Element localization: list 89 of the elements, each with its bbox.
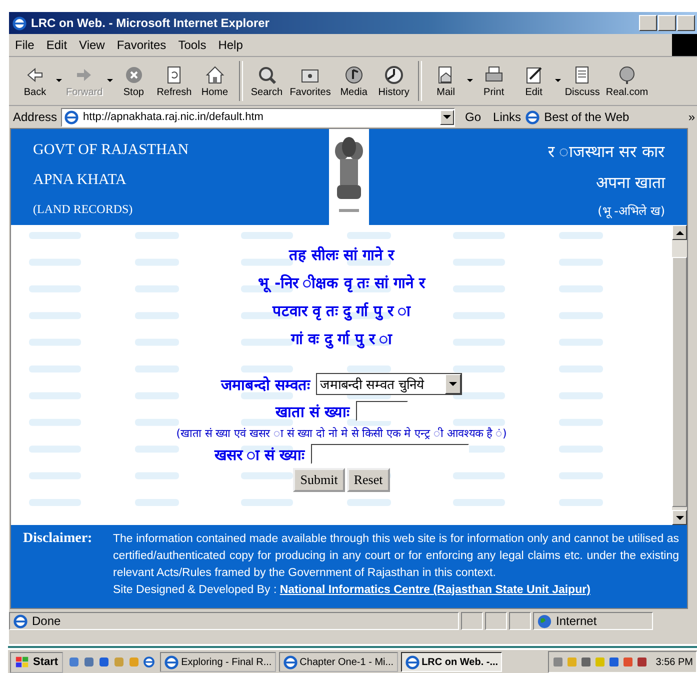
taskbar-button[interactable]: Chapter One-1 - Mi... bbox=[278, 652, 398, 672]
go-button[interactable]: Go bbox=[465, 110, 482, 124]
menu-item[interactable]: Favorites bbox=[110, 38, 172, 52]
caret-icon[interactable] bbox=[56, 78, 62, 82]
menu-item[interactable]: Help bbox=[212, 38, 249, 52]
toolbar-button[interactable]: Favorites bbox=[286, 64, 334, 98]
tray-icon[interactable] bbox=[622, 656, 634, 668]
home-icon bbox=[204, 64, 225, 84]
status-pane bbox=[485, 612, 507, 630]
submit-button[interactable]: Submit bbox=[293, 468, 345, 492]
close-button[interactable] bbox=[677, 15, 695, 31]
scrollbar[interactable] bbox=[672, 225, 687, 525]
menu-item[interactable]: Edit bbox=[40, 38, 74, 52]
taskbar-button[interactable]: LRC on Web. -... bbox=[400, 652, 502, 672]
window-title: LRC on Web. - Microsoft Internet Explorer bbox=[31, 16, 270, 30]
menu-item[interactable]: File bbox=[9, 38, 40, 52]
zone-text: Internet bbox=[556, 614, 597, 628]
field-label: खसर ा सं ख्याः bbox=[214, 445, 305, 464]
globe-icon bbox=[537, 614, 552, 628]
menu-item[interactable]: Tools bbox=[172, 38, 212, 52]
printer-icon bbox=[484, 64, 504, 84]
browser-icon bbox=[143, 656, 156, 668]
caret-icon[interactable] bbox=[466, 78, 473, 82]
toolbar-button[interactable]: Edit bbox=[514, 64, 554, 98]
page-icon bbox=[13, 614, 28, 628]
toolbar-button[interactable]: Home bbox=[194, 64, 235, 98]
toolbar-button[interactable]: Back bbox=[15, 64, 55, 98]
tray-icon[interactable] bbox=[636, 656, 648, 668]
toolbar-button[interactable]: Media bbox=[334, 64, 374, 98]
credit-link[interactable]: National Informatics Centre (Rajasthan State Unit Jaipur) bbox=[280, 584, 590, 596]
address-label: Address bbox=[13, 110, 58, 124]
dropdown-button[interactable] bbox=[440, 110, 454, 124]
toolbar-button[interactable]: Real.com bbox=[602, 64, 652, 98]
header-text: र ाजस्थान सर कार bbox=[548, 140, 665, 162]
links-label: Links bbox=[493, 110, 522, 124]
toolbar-button[interactable]: Stop bbox=[114, 64, 154, 98]
status-text: Done bbox=[32, 614, 61, 628]
header-text: GOVT OF RAJASTHAN bbox=[33, 142, 190, 158]
window-icon bbox=[404, 654, 420, 670]
toolbar-button[interactable]: Search bbox=[246, 64, 287, 98]
window-icon bbox=[282, 654, 298, 670]
toolbar-button[interactable]: History bbox=[374, 64, 414, 98]
maximize-button[interactable] bbox=[658, 15, 676, 31]
caret-icon[interactable] bbox=[554, 78, 561, 82]
browser-icon bbox=[12, 16, 27, 30]
credit-text: Site Designed & Developed By : bbox=[113, 584, 277, 596]
header-text: अपना खाता bbox=[596, 172, 665, 192]
year-dropdown[interactable]: जमाबन्दी सम्वत चुनिये bbox=[316, 373, 462, 395]
toolbar-button[interactable]: Mail bbox=[426, 64, 466, 98]
toolbar-button[interactable]: Refresh bbox=[154, 64, 195, 98]
address-field[interactable]: http://apnakhata.raj.nic.in/default.htm bbox=[61, 108, 456, 126]
app-icon[interactable] bbox=[83, 656, 96, 668]
toolbar-button[interactable]: Print bbox=[474, 64, 514, 98]
edit-icon bbox=[524, 64, 544, 84]
more-button[interactable]: » bbox=[688, 110, 695, 124]
window-icon bbox=[164, 654, 180, 670]
link-item[interactable]: Best of the Web bbox=[544, 110, 630, 124]
field-label: जमाबन्दो सम्वतः bbox=[220, 375, 310, 394]
tray-icon[interactable] bbox=[580, 656, 592, 668]
taskbar-button[interactable]: Exploring - Final R... bbox=[160, 652, 276, 672]
stop-icon bbox=[124, 64, 144, 84]
note-text: (खाता सं ख्या एवं खसर ा सं ख्या दो नो मे से किसी एक मे एन्ट्र ी आवश्यक है ं) bbox=[176, 426, 507, 440]
history-icon bbox=[384, 64, 404, 84]
app-icon[interactable] bbox=[98, 656, 110, 668]
menu-item[interactable]: View bbox=[73, 38, 111, 52]
link-icon bbox=[525, 110, 540, 124]
header-text: (भू -अभिले ख) bbox=[598, 202, 665, 218]
status-pane bbox=[461, 612, 483, 630]
reset-button[interactable]: Reset bbox=[346, 468, 390, 492]
toolbar-button[interactable]: Discuss bbox=[562, 64, 603, 98]
header-text: (LAND RECORDS) bbox=[33, 202, 134, 216]
clock: 3:56 PM bbox=[656, 656, 693, 668]
disclaimer-label: Disclaimer: bbox=[23, 531, 94, 548]
tray-icon[interactable] bbox=[608, 656, 620, 668]
account-number-field[interactable] bbox=[356, 401, 408, 421]
header-text: APNA KHATA bbox=[33, 172, 128, 188]
start-button[interactable]: Start bbox=[10, 652, 64, 672]
disclaimer-text: The information contained made available through this web site is for information only and cannot be utilised as certified/authenticated copy for producing in any court or for enforcing any legal claims etc. under the existing relevant Acts/Rules framed by the Government of Rajasthan in this context. bbox=[113, 532, 679, 581]
info-line: गां वः दु र्गा पु र ा bbox=[290, 329, 392, 351]
info-line: तह सीलः सां गाने र bbox=[289, 245, 394, 266]
info-line: भू -निर ीक्षक वृ तः सां गाने र bbox=[258, 273, 425, 294]
field-label: खाता सं ख्याः bbox=[275, 402, 350, 421]
search-icon bbox=[256, 64, 277, 84]
status-pane bbox=[509, 612, 531, 630]
app-icon[interactable] bbox=[68, 656, 80, 668]
tray-icon[interactable] bbox=[552, 656, 564, 668]
page-icon bbox=[64, 110, 80, 124]
minimize-button[interactable] bbox=[639, 15, 657, 31]
info-line: पटवार वृ तः दु र्गा पु र ा bbox=[272, 301, 411, 323]
